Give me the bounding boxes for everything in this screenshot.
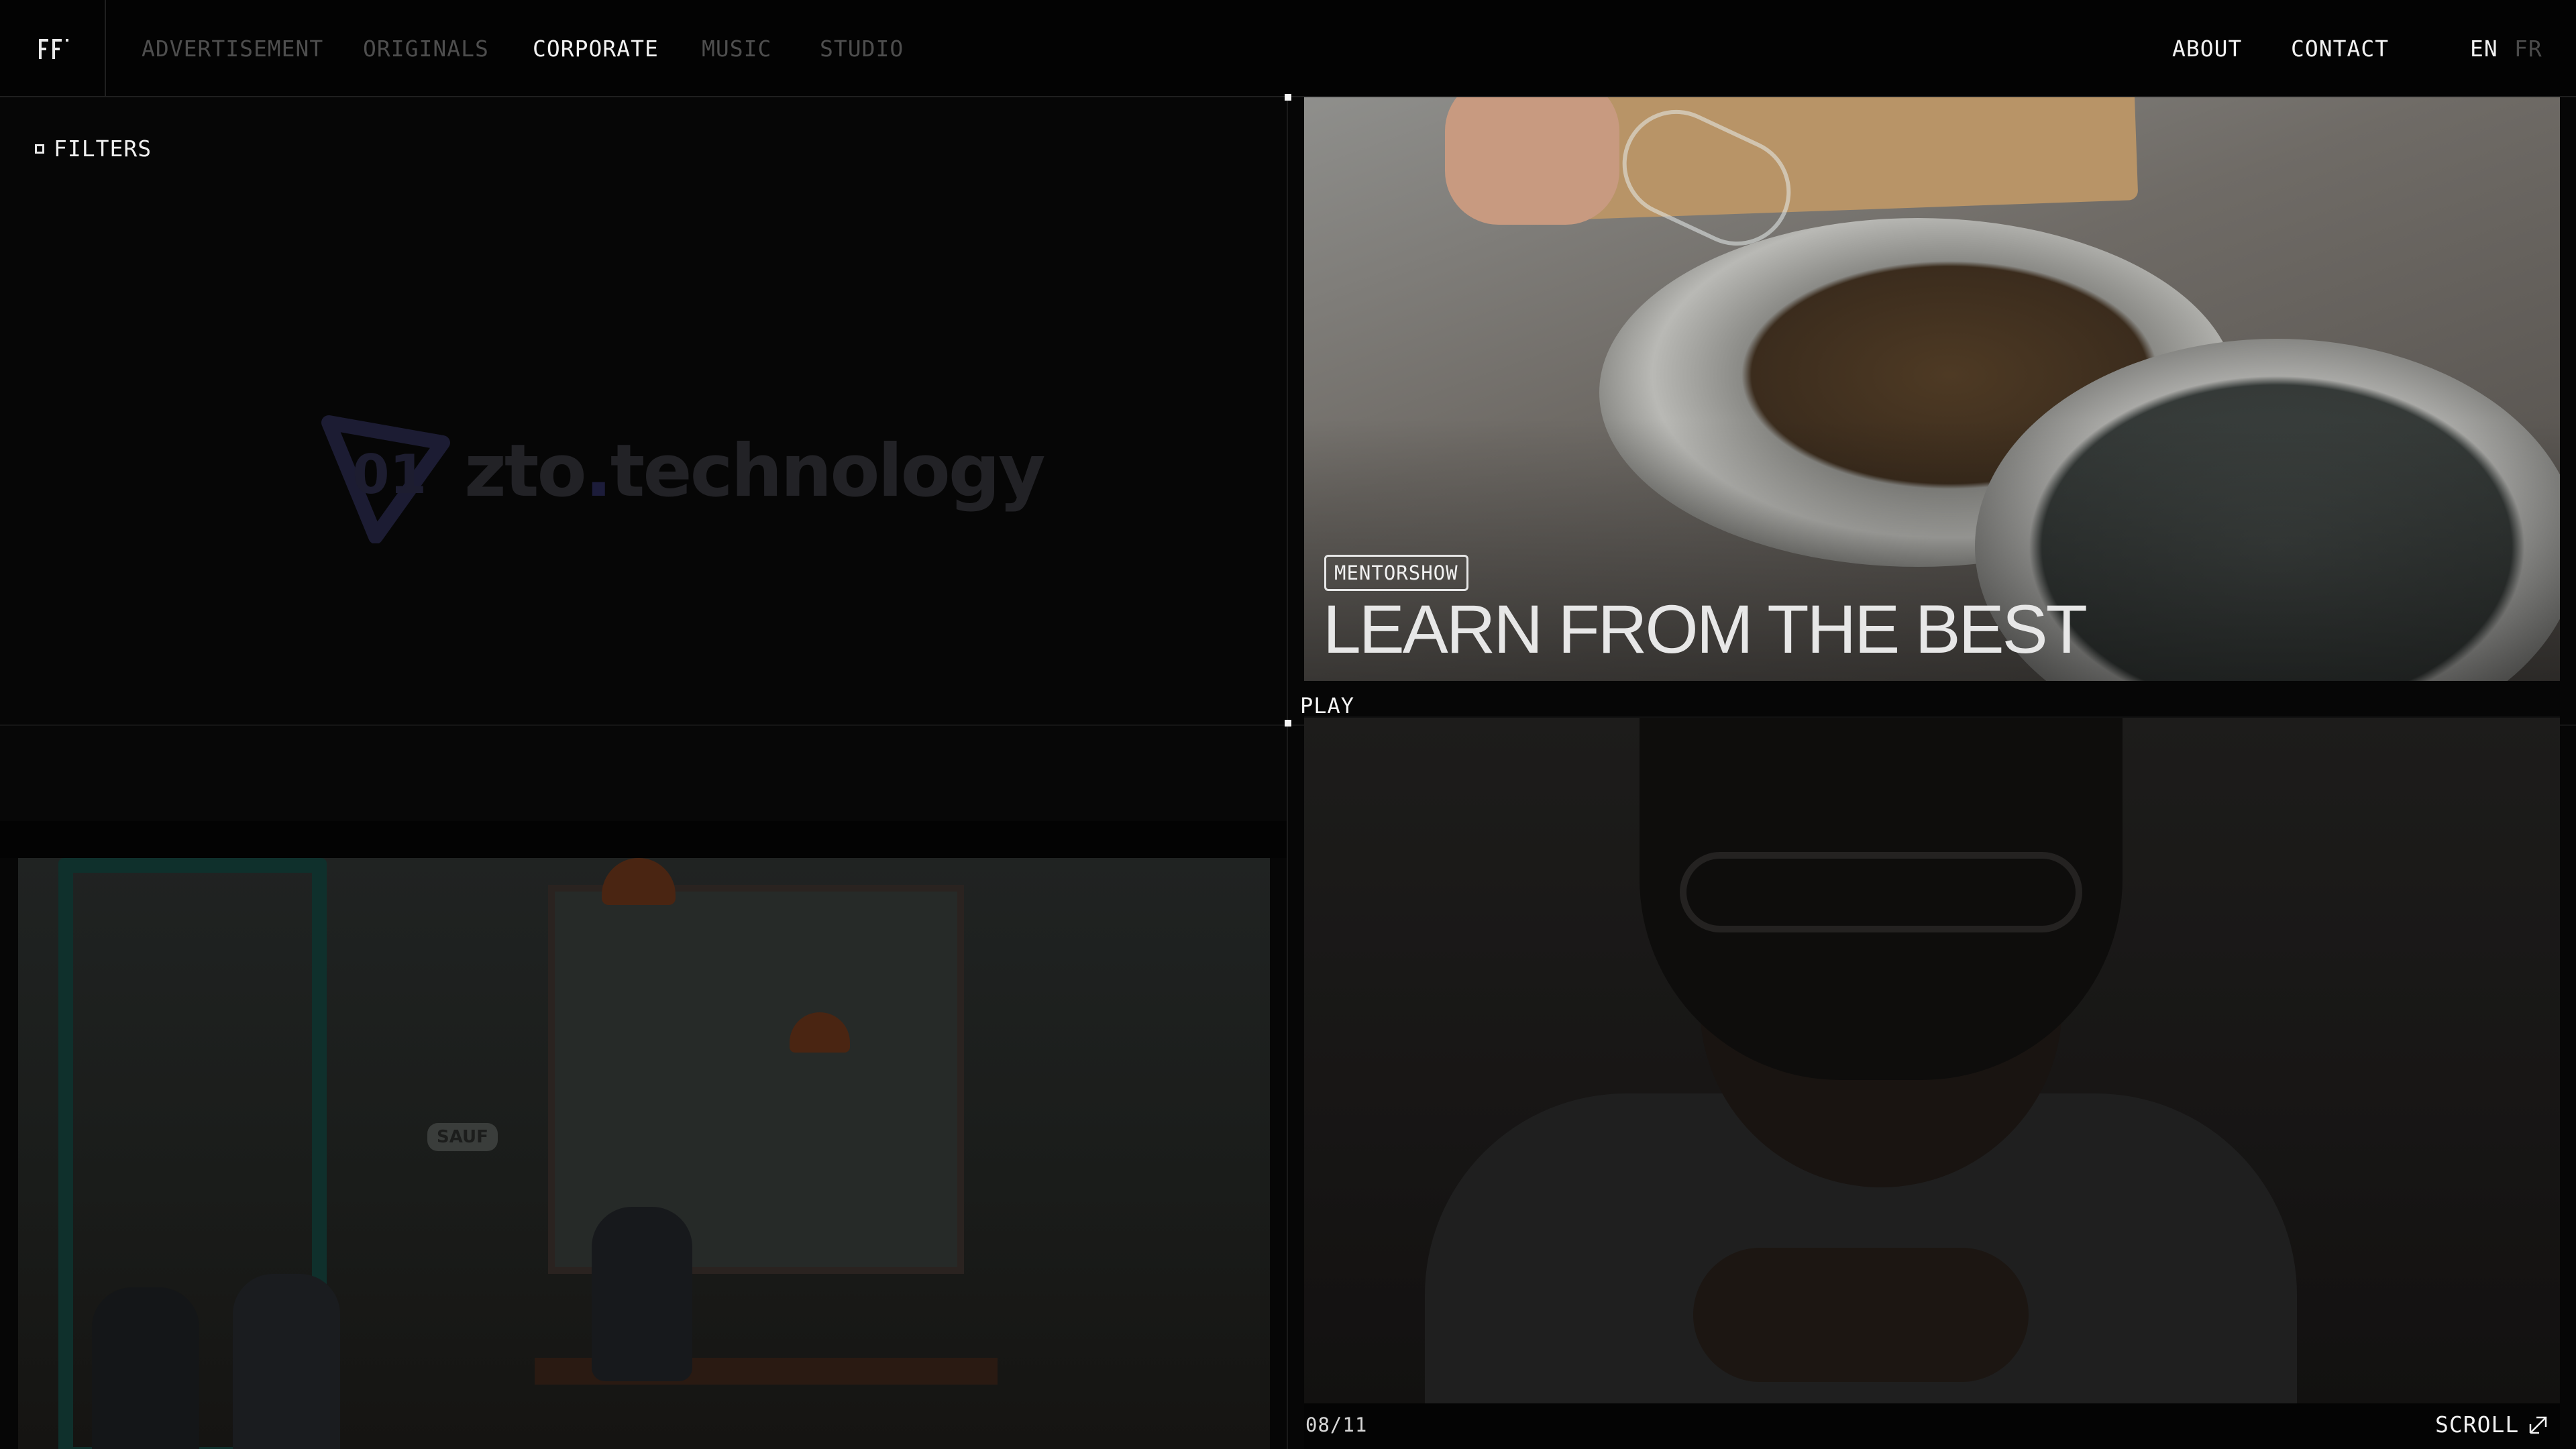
client-wordmark-suffix: technology [610,429,1046,513]
corner-marker [1285,94,1291,101]
image-dim [1304,718,2560,1403]
pendant-lamp [602,858,676,905]
play-button[interactable]: PLAY [1300,692,1354,719]
square-outline-icon [35,144,44,154]
project-counter: 08/11 [1305,1413,1368,1436]
empty-grid-cell [0,726,1287,821]
seated-person [592,1207,692,1381]
project-tag: MENTORSHOW [1324,555,1468,591]
footer-bar [1304,1403,2560,1449]
client-wordmark-prefix: zto [464,429,587,513]
top-navigation: ADVERTISEMENT ORIGINALS CORPORATE MUSIC … [0,0,2576,97]
corner-marker [1285,720,1291,727]
client-monogram-icon: 01 [321,415,450,544]
page-root: ADVERTISEMENT ORIGINALS CORPORATE MUSIC … [0,0,2576,1449]
filters-toggle[interactable]: FILTERS [35,136,152,162]
nav-originals[interactable]: ORIGINALS [363,36,489,62]
client-logo: 01 zto.technology [315,409,1046,544]
ff-logo-icon [39,39,71,59]
client-monogram-text: 01 [352,443,427,506]
seated-person [233,1274,340,1449]
project-thumbnail-cafe[interactable]: SAUF [18,858,1270,1449]
nav-music[interactable]: MUSIC [702,36,771,62]
client-wordmark: zto.technology [464,429,1046,513]
featured-project-video[interactable]: MENTORSHOW LEARN FROM THE BEST [1304,97,2560,681]
project-title: LEARN FROM THE BEST [1323,591,2088,667]
language-en[interactable]: EN [2470,36,2498,62]
nav-corporate[interactable]: CORPORATE [533,36,659,62]
vertical-divider [1287,97,1288,1449]
grid-gap [0,821,1287,858]
client-wordmark-dot: . [584,429,612,513]
project-thumbnail-lab[interactable] [1304,718,2560,1403]
scroll-button[interactable]: SCROLL [2435,1411,2548,1438]
arrow-up-right-icon [2529,1416,2547,1434]
nav-studio[interactable]: STUDIO [820,36,904,62]
nav-about[interactable]: ABOUT [2172,36,2242,62]
nav-advertisement[interactable]: ADVERTISEMENT [142,36,323,62]
scroll-label: SCROLL [2435,1411,2520,1438]
language-fr[interactable]: FR [2514,36,2542,62]
seated-person [92,1287,199,1449]
filters-label: FILTERS [54,136,152,162]
nav-contact[interactable]: CONTACT [2291,36,2389,62]
cafe-sign: SAUF [427,1123,498,1151]
logo-link[interactable] [0,0,106,97]
